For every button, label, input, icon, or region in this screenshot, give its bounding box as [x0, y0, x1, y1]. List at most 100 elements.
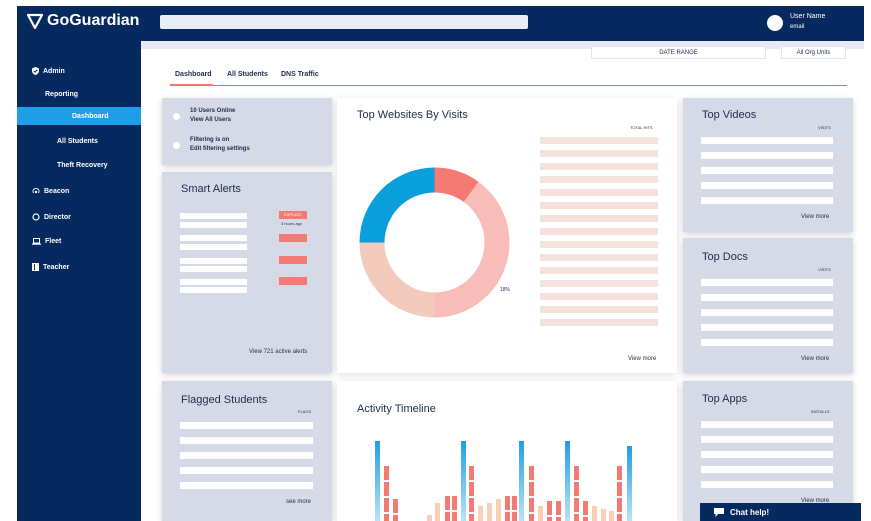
explicit-badge[interactable]: EXPLICIT: [279, 211, 307, 219]
user-name[interactable]: User Name: [790, 13, 825, 20]
videos-visits-header: VISITS: [818, 125, 831, 130]
alert-badge[interactable]: [279, 234, 307, 242]
website-row-bar: [540, 254, 658, 261]
websites-donut-chart: [359, 167, 510, 318]
sidebar-item-admin[interactable]: Admin: [32, 67, 65, 75]
filtering-status-text: Filtering is on: [190, 137, 230, 143]
alert-row-bar: [180, 222, 247, 228]
timeline-bar: [565, 441, 570, 521]
search-input[interactable]: [160, 15, 528, 29]
view-active-alerts-link[interactable]: View 721 active alerts: [249, 349, 307, 355]
app-row-bar: [701, 421, 833, 428]
timeline-bar: [375, 441, 380, 521]
flagged-students-title: Flagged Students: [181, 394, 268, 406]
sidebar-item-fleet[interactable]: Fleet: [32, 238, 61, 245]
video-row-bar: [701, 167, 833, 174]
timeline-bar: [393, 499, 398, 521]
timeline-bar: [609, 511, 614, 521]
laptop-icon: [32, 238, 41, 245]
org-units-select[interactable]: All Org Units: [781, 46, 846, 59]
timeline-bar: [445, 496, 450, 521]
alert-row-bar: [180, 279, 247, 285]
website-row-bar: [540, 267, 658, 274]
smart-alerts-card: [162, 172, 332, 373]
installs-header: INSTALLS: [811, 409, 830, 414]
sidebar-item-director[interactable]: Director: [32, 213, 71, 221]
tab-underline: [170, 85, 847, 86]
alert-badge[interactable]: [279, 256, 307, 264]
users-online-text: 10 Users Online: [190, 108, 236, 114]
brand-logo[interactable]: GoGuardian: [27, 12, 139, 30]
tab-dns-traffic[interactable]: DNS Traffic: [281, 71, 319, 78]
doc-row-bar: [701, 324, 833, 331]
donut-slice-1[interactable]: [434, 181, 510, 318]
websites-view-more-link[interactable]: View more: [628, 356, 656, 362]
timeline-bar: [435, 503, 440, 521]
top-videos-title: Top Videos: [702, 109, 757, 121]
sidebar-item-teacher[interactable]: Teacher: [32, 263, 69, 271]
timeline-bar: [592, 506, 597, 521]
alert-time: 3 hours ago: [281, 221, 303, 226]
sidebar-item-reporting[interactable]: Reporting: [45, 91, 78, 98]
tab-dashboard[interactable]: Dashboard: [175, 71, 212, 78]
timeline-bar: [452, 496, 457, 521]
sidebar-item-theft-recovery[interactable]: Theft Recovery: [57, 162, 108, 169]
app-row-bar: [701, 436, 833, 443]
alert-row-bar: [180, 213, 247, 219]
sidebar-item-dashboard[interactable]: Dashboard: [72, 113, 109, 120]
website-row-bar: [540, 293, 658, 300]
doc-row-bar: [701, 339, 833, 346]
website-row-bar: [540, 150, 658, 157]
website-row-bar: [540, 241, 658, 248]
activity-timeline-title: Activity Timeline: [357, 403, 436, 415]
timeline-bar: [617, 466, 622, 521]
top-apps-title: Top Apps: [702, 393, 748, 405]
sidebar-item-beacon[interactable]: Beacon: [32, 187, 69, 195]
tab-all-students[interactable]: All Students: [227, 71, 268, 78]
status-dot: [173, 142, 180, 149]
beacon-icon: [32, 187, 40, 194]
sidebar-item-all-students[interactable]: All Students: [57, 138, 98, 145]
doc-row-bar: [701, 279, 833, 286]
timeline-bar: [538, 506, 543, 521]
timeline-bar: [574, 466, 579, 521]
timeline-bar: [556, 501, 561, 521]
videos-view-more-link[interactable]: View more: [801, 214, 829, 220]
sidebar-item-label: Beacon: [44, 187, 70, 195]
video-row-bar: [701, 197, 833, 204]
video-row-bar: [701, 137, 833, 144]
donut-slice-2[interactable]: [359, 242, 435, 318]
date-range-button[interactable]: DATE RANGE: [591, 46, 766, 59]
timeline-bar: [512, 496, 517, 521]
timeline-bar: [529, 466, 534, 521]
donut-slice-3[interactable]: [359, 167, 435, 243]
timeline-bar: [519, 441, 524, 521]
avatar[interactable]: [767, 15, 783, 31]
status-dot: [173, 113, 180, 120]
doc-row-bar: [701, 309, 833, 316]
docs-visits-header: VISITS: [818, 267, 831, 272]
timeline-bar: [461, 441, 466, 521]
website-row-bar: [540, 228, 658, 235]
view-all-users-link[interactable]: View All Users: [190, 117, 231, 123]
chat-help-button[interactable]: Chat help!: [700, 503, 861, 521]
timeline-bar: [505, 496, 510, 521]
timeline-bar: [496, 499, 501, 521]
website-row-bar: [540, 306, 658, 313]
alert-badge[interactable]: [279, 277, 307, 285]
smart-alerts-title: Smart Alerts: [181, 183, 241, 195]
sidebar-item-label: Dashboard: [72, 113, 109, 120]
edit-filtering-link[interactable]: Edit filtering settings: [190, 146, 250, 152]
flagged-see-more-link[interactable]: see more: [286, 499, 311, 505]
flagged-row-bar: [180, 467, 313, 474]
website-row-bar: [540, 163, 658, 170]
app-row-bar: [701, 481, 833, 488]
alert-row-bar: [180, 258, 247, 264]
website-row-bar: [540, 280, 658, 287]
website-row-bar: [540, 319, 658, 326]
chat-bubble-icon: [714, 507, 724, 517]
slice-percent-label: 18%: [500, 287, 511, 293]
docs-view-more-link[interactable]: View more: [801, 356, 829, 362]
app-row-bar: [701, 466, 833, 473]
alert-row-bar: [180, 287, 247, 293]
